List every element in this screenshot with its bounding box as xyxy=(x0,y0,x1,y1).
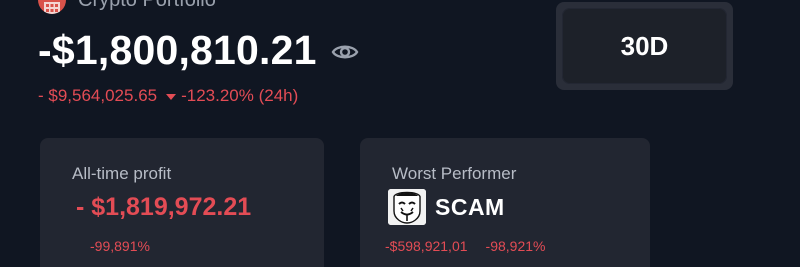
worst-performer-amounts: -$598,921,01 -98,921% xyxy=(385,238,545,254)
worst-percent: -98,921% xyxy=(485,238,546,254)
portfolio-header[interactable]: Crypto Portfolio xyxy=(38,0,216,14)
card-label: All-time profit xyxy=(72,164,172,183)
change-percent-group: -123.20% (24h) xyxy=(165,86,298,106)
change-amount: - $9,564,025.65 xyxy=(38,86,158,105)
all-time-profit-card[interactable]: All-time profit - $1,819,972.21 -99,891% xyxy=(40,138,324,267)
grid-building-icon xyxy=(38,0,66,14)
worst-performer-card[interactable]: Worst Performer SCAM -$598,921,01 -98,92… xyxy=(360,138,650,267)
worst-amount: -$598,921,01 xyxy=(385,238,468,254)
portfolio-balance: -$1,800,810.21 xyxy=(38,27,317,73)
anonymous-mask-icon xyxy=(388,189,426,225)
portfolio-screen: Crypto Portfolio -$1,800,810.21 - $9,564… xyxy=(0,0,800,267)
range-selector: 30D xyxy=(556,2,733,90)
eye-icon[interactable] xyxy=(331,42,359,62)
worst-asset: SCAM xyxy=(388,189,505,225)
balance-row: -$1,800,810.21 xyxy=(38,26,359,74)
change-row: - $9,564,025.65 -123.20% (24h) xyxy=(38,86,298,106)
change-percent: -123.20% (24h) xyxy=(181,86,299,105)
portfolio-title: Crypto Portfolio xyxy=(78,0,216,12)
range-button-selected[interactable]: 30D xyxy=(562,8,727,84)
caret-down-icon xyxy=(166,94,177,100)
asset-name: SCAM xyxy=(435,193,505,220)
card-label: Worst Performer xyxy=(392,164,517,183)
profit-percent: -99,891% xyxy=(90,238,150,254)
profit-value: - $1,819,972.21 xyxy=(76,193,252,221)
